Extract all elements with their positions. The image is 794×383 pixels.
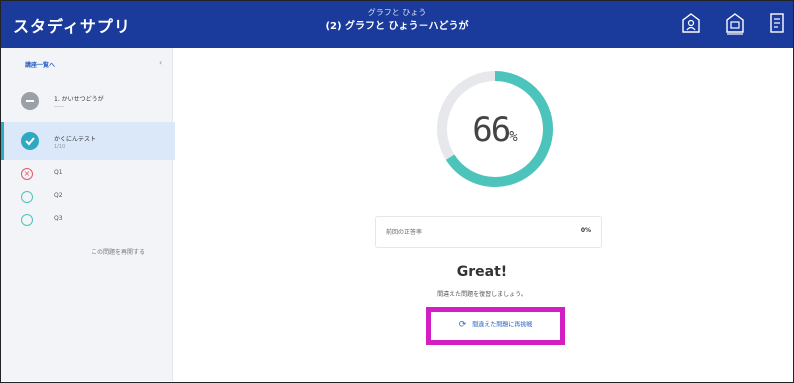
retry-button-label: 間違えた問題に再挑戦 <box>472 321 533 329</box>
lesson-title: (2) グラフと ひょう－ハどうが <box>325 21 469 32</box>
home-person-icon[interactable] <box>681 12 701 36</box>
score-unit: % <box>509 129 518 145</box>
question-label: Q3 <box>54 215 63 222</box>
sidebar: 講座一覧へ ‹ 1. かいせつどうが —— かくにんテスト 1/10 × Q1 … <box>1 48 175 381</box>
question-label: Q1 <box>54 169 63 176</box>
question-item-1[interactable]: × Q1 <box>21 166 161 184</box>
wrong-cross-icon: × <box>21 168 33 180</box>
sidebar-item-check-test[interactable]: かくにんテスト 1/10 <box>1 122 175 160</box>
restart-question-link[interactable]: この問題を再開する <box>91 247 145 256</box>
previous-score-card: 前回の正答率 0% <box>375 216 602 248</box>
result-message: 間違えた問題を復習しましょう。 <box>437 291 527 298</box>
refresh-icon: ⟳ <box>458 320 467 330</box>
document-icon[interactable] <box>767 12 787 36</box>
question-item-3[interactable]: Q3 <box>21 212 161 230</box>
lesson-subtitle: 1/10 <box>54 144 66 150</box>
previous-score-label: 前回の正答率 <box>386 229 423 236</box>
main-content: 66% 前回の正答率 0% Great! 間違えた問題を復習しましょう。 ⟳ 間違… <box>172 48 792 381</box>
score-value: 66% <box>434 110 556 150</box>
sidebar-item-lesson-video[interactable]: 1. かいせつどうが —— <box>1 82 172 120</box>
result-heading: Great! <box>456 264 508 280</box>
lesson-title: 1. かいせつどうが <box>54 96 104 103</box>
question-label: Q2 <box>54 192 63 199</box>
collapse-sidebar-icon[interactable]: ‹ <box>159 58 162 67</box>
home-school-icon[interactable] <box>725 12 745 36</box>
retry-wrong-questions-button[interactable]: ⟳ 間違えた問題に再挑戦 <box>434 316 557 334</box>
score-number: 66 <box>472 110 511 150</box>
correct-circle-icon <box>21 214 33 226</box>
header-title-group: グラフと ひょう (2) グラフと ひょう－ハどうが <box>1 7 793 35</box>
lesson-title: かくにんテスト <box>54 136 97 143</box>
check-icon <box>21 132 39 150</box>
correct-circle-icon <box>21 191 33 203</box>
back-to-course-list-link[interactable]: 講座一覧へ <box>25 60 55 69</box>
top-bar: スタディサプリ グラフと ひょう (2) グラフと ひょう－ハどうが <box>1 1 793 48</box>
course-subtitle: グラフと ひょう <box>367 8 427 17</box>
lesson-subtitle: —— <box>54 104 64 110</box>
lesson-status-icon <box>21 92 39 110</box>
question-item-2[interactable]: Q2 <box>21 189 161 207</box>
previous-score-value: 0% <box>580 227 591 234</box>
